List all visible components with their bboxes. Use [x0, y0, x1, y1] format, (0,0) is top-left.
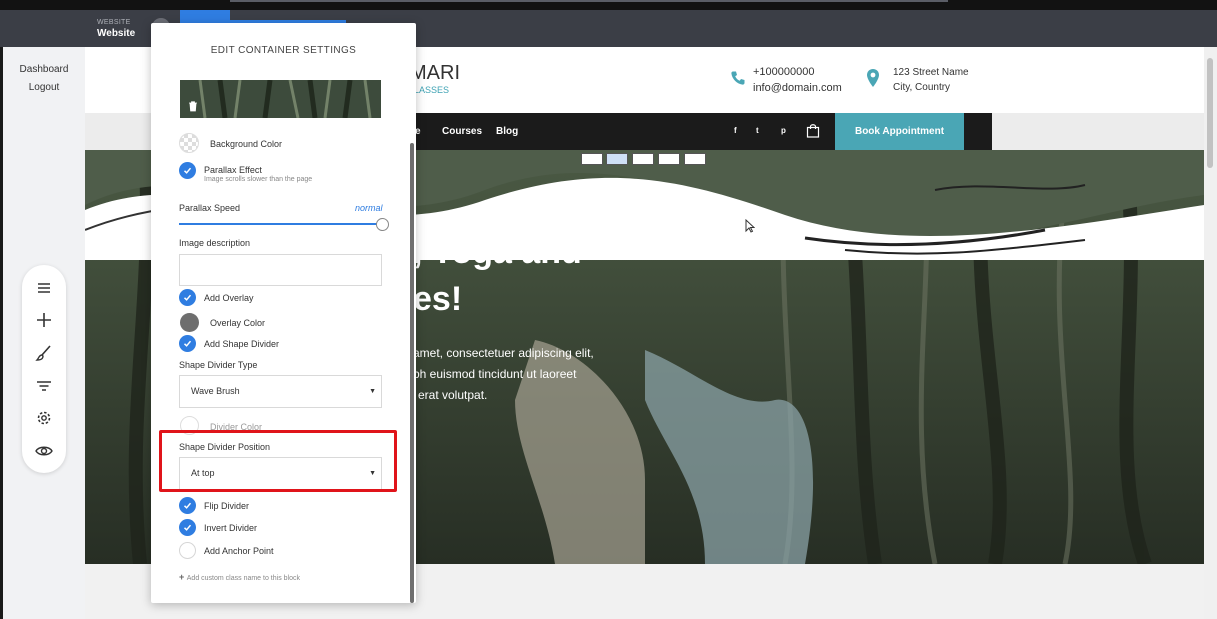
parallax-effect-label: Parallax Effect: [204, 165, 262, 175]
hero-text-line-3: erat volutpat.: [418, 388, 488, 402]
hero-text-line-2: bh euismod tincidunt ut laoreet: [413, 367, 577, 381]
site-phone: +100000000: [753, 66, 815, 78]
flip-divider-checkbox[interactable]: [179, 497, 196, 514]
plus-icon[interactable]: [34, 310, 54, 330]
plus-icon: +: [179, 572, 187, 582]
layout-2-columns[interactable]: [606, 153, 628, 165]
hero-text-line-1: amet, consectetuer adipiscing elit,: [413, 346, 594, 360]
book-appointment-button[interactable]: Book Appointment: [835, 113, 964, 150]
add-anchor-point-checkbox[interactable]: [179, 542, 196, 559]
add-anchor-point-label: Add Anchor Point: [204, 546, 274, 556]
facebook-icon[interactable]: f: [734, 126, 737, 135]
shape-divider-type-label: Shape Divider Type: [179, 360, 258, 370]
location-pin-icon: [866, 68, 880, 88]
column-layout-switcher: [581, 153, 708, 166]
add-shape-divider-label: Add Shape Divider: [204, 339, 280, 349]
layout-3-columns[interactable]: [632, 153, 654, 165]
check-icon: [183, 340, 192, 347]
shopping-bag-icon[interactable]: [806, 123, 820, 138]
parallax-speed-label: Parallax Speed: [179, 203, 241, 213]
overlay-color-label: Overlay Color: [210, 318, 266, 328]
dropdown-arrow-icon: ▼: [369, 388, 376, 395]
overlay-color-swatch[interactable]: [180, 313, 199, 332]
brand-name[interactable]: Website: [97, 28, 135, 39]
page-scrollbar-thumb[interactable]: [1207, 58, 1213, 168]
window-strip: [0, 0, 1217, 10]
background-image-thumbnail[interactable]: [180, 80, 381, 118]
parallax-speed-slider-handle[interactable]: [376, 218, 389, 231]
parallax-speed-value: normal: [355, 203, 383, 213]
flip-divider-label: Flip Divider: [204, 501, 250, 511]
tool-palette: [22, 265, 66, 473]
check-icon: [183, 502, 192, 509]
image-description-input[interactable]: [179, 254, 382, 286]
hero-heading-line-2: es!: [413, 280, 463, 318]
add-overlay-checkbox[interactable]: [179, 289, 196, 306]
check-icon: [183, 524, 192, 531]
shape-divider-type-value: Wave Brush: [191, 386, 240, 396]
add-custom-class-label: Add custom class name to this block: [186, 575, 300, 582]
add-shape-divider-checkbox[interactable]: [179, 335, 196, 352]
gear-icon[interactable]: [34, 408, 54, 428]
layout-4-columns[interactable]: [658, 153, 680, 165]
check-icon: [183, 294, 192, 301]
mouse-cursor-icon: [745, 218, 756, 233]
site-logo[interactable]: MARI: [410, 62, 460, 85]
dashboard-link[interactable]: Dashboard: [3, 64, 85, 75]
panel-scrollbar[interactable]: [410, 143, 414, 603]
eye-icon[interactable]: [34, 441, 54, 461]
site-email: info@domain.com: [753, 82, 842, 94]
address-line-1: 123 Street Name: [893, 67, 969, 78]
pinterest-icon[interactable]: p: [781, 126, 786, 135]
trash-icon[interactable]: [187, 99, 199, 112]
hero-heading-line-1: , Yoga and: [413, 233, 582, 271]
background-color-label: Background Color: [210, 139, 283, 149]
check-icon: [183, 167, 192, 174]
brand-caption: WEBSITE: [97, 19, 131, 26]
site-logo-tagline: LASSES: [414, 85, 450, 95]
layout-1-column[interactable]: [581, 153, 603, 165]
address-line-2: City, Country: [893, 82, 951, 93]
nav-item-courses[interactable]: Courses: [442, 126, 482, 137]
nav-item-blog[interactable]: Blog: [496, 126, 518, 137]
invert-divider-label: Invert Divider: [204, 523, 258, 533]
twitter-icon[interactable]: t: [756, 126, 759, 135]
parallax-effect-description: Image scrolls slower than the page: [204, 176, 313, 183]
invert-divider-checkbox[interactable]: [179, 519, 196, 536]
shape-divider-type-select[interactable]: Wave Brush ▼: [179, 375, 382, 408]
add-custom-class-link[interactable]: + Add custom class name to this block: [179, 572, 300, 582]
highlight-annotation-box: [159, 430, 397, 492]
add-overlay-label: Add Overlay: [204, 293, 254, 303]
background-color-swatch[interactable]: [179, 133, 199, 153]
menu-icon[interactable]: [34, 278, 54, 298]
layout-5-columns[interactable]: [684, 153, 706, 165]
panel-title: EDIT CONTAINER SETTINGS: [210, 45, 357, 56]
parallax-effect-checkbox[interactable]: [179, 162, 196, 179]
filter-icon[interactable]: [34, 376, 54, 396]
brush-icon[interactable]: [34, 343, 54, 363]
parallax-speed-slider-track[interactable]: [179, 223, 383, 225]
phone-icon: [730, 70, 746, 86]
logout-link[interactable]: Logout: [3, 82, 85, 93]
image-description-label: Image description: [179, 238, 251, 248]
